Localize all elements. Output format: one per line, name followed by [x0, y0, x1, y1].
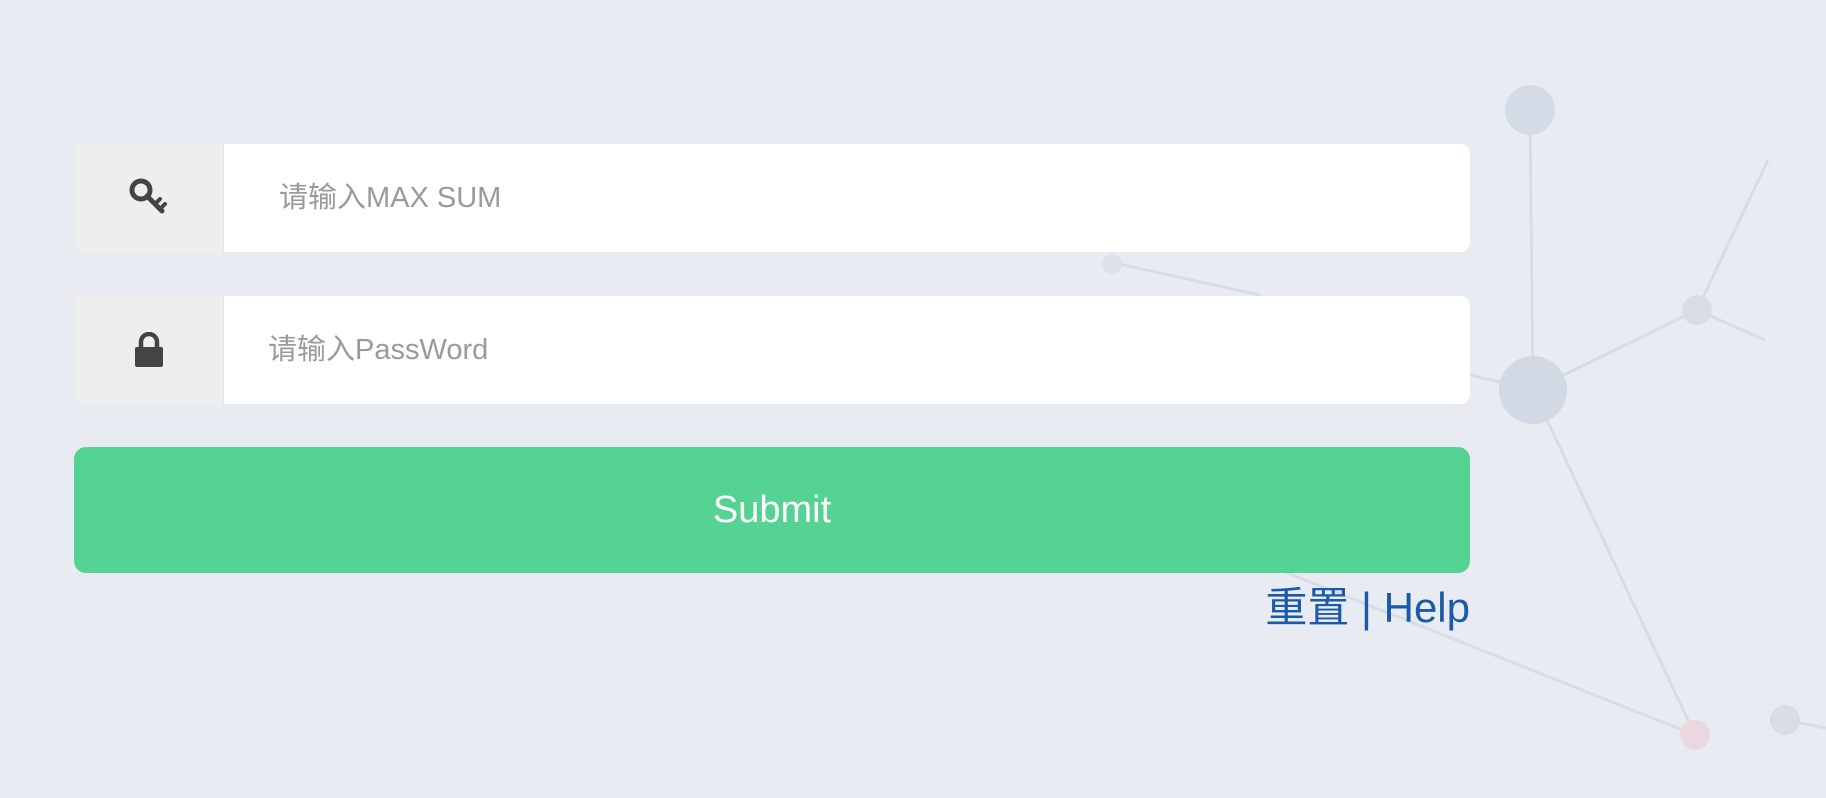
maxsum-input[interactable] — [224, 144, 1470, 252]
password-input[interactable] — [224, 296, 1470, 404]
lock-icon — [74, 296, 224, 404]
footer-links: 重置 | Help — [1265, 580, 1470, 636]
submit-button[interactable]: Submit — [74, 447, 1470, 573]
link-separator: | — [1361, 584, 1372, 631]
maxsum-field-group — [74, 144, 1470, 252]
help-link[interactable]: Help — [1384, 584, 1470, 631]
reset-link[interactable]: 重置 — [1265, 584, 1349, 631]
key-icon — [74, 144, 224, 252]
password-field-group — [74, 296, 1470, 404]
